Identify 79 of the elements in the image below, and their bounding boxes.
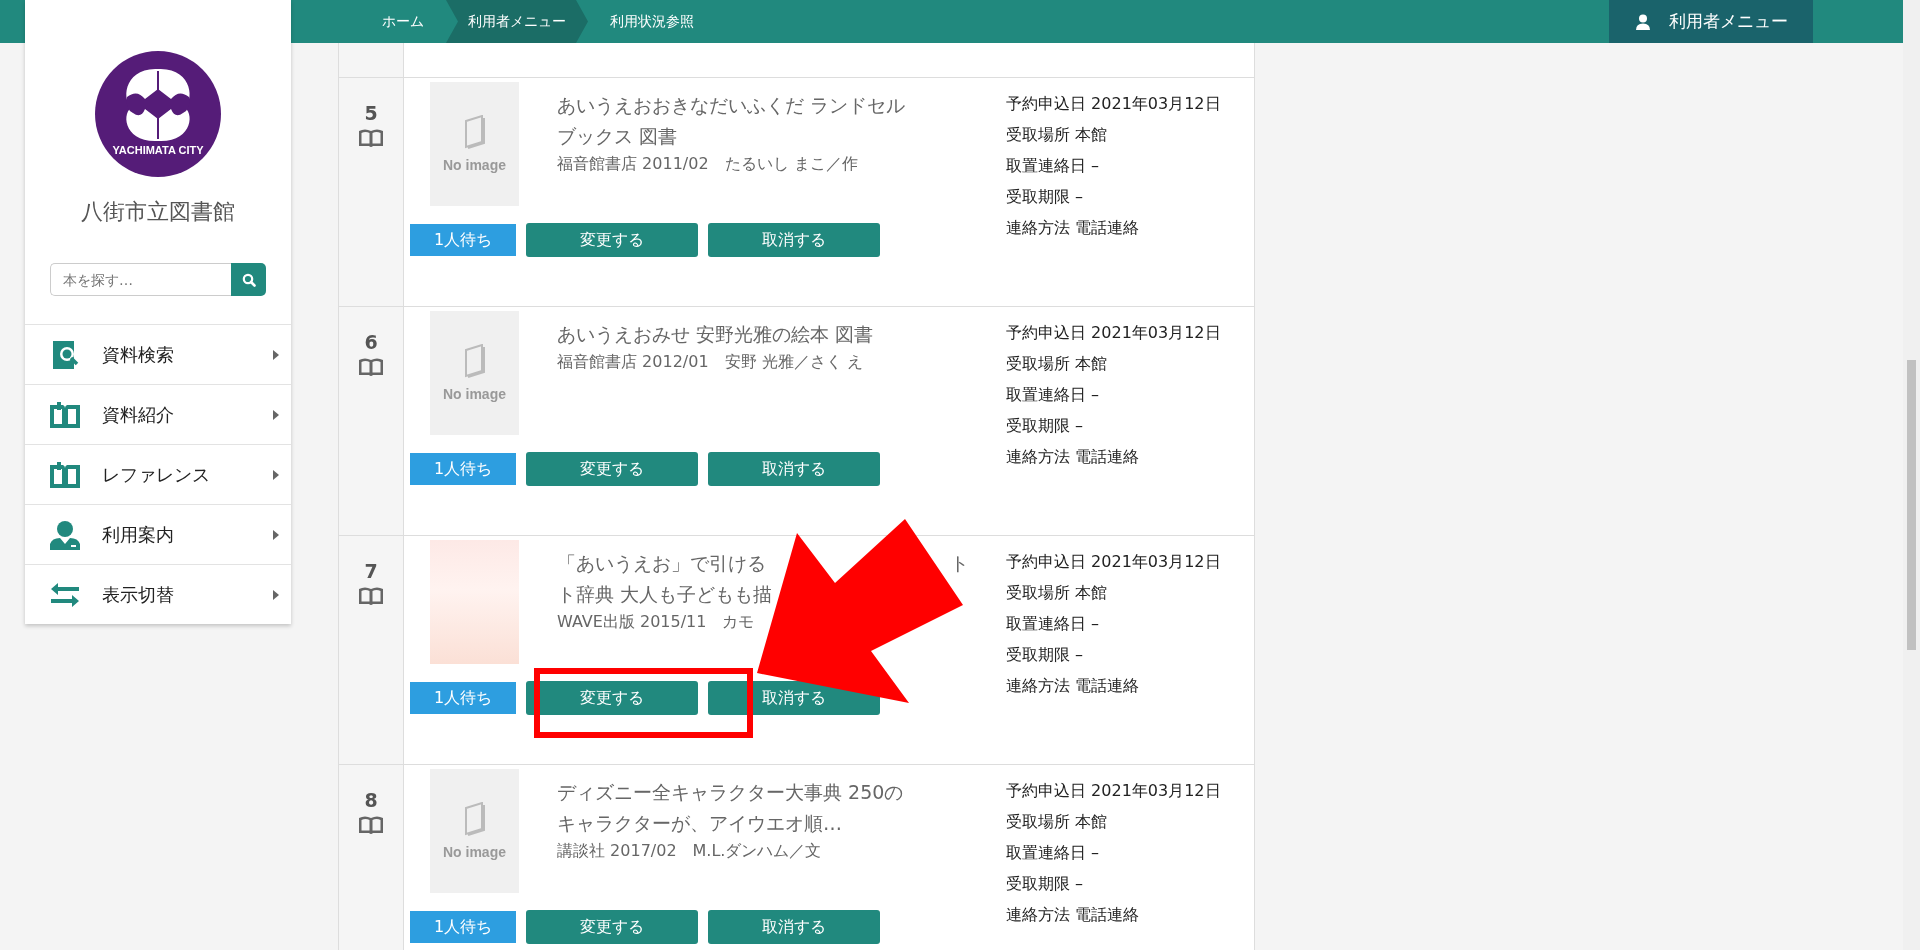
book-title-link[interactable]: ブックス 図書 <box>557 121 678 152</box>
book-title-link[interactable]: あいうえおみせ 安野光雅の絵本 図書 <box>557 319 874 350</box>
detail-text: 連絡方法 電話連絡 <box>1006 217 1140 239</box>
waiting-count-badge: 1人待ち <box>410 682 517 714</box>
detail-text: 受取期限 – <box>1006 415 1084 437</box>
no-image-label: No image <box>443 386 506 402</box>
open-book-icon <box>358 815 384 835</box>
person-icon <box>1634 13 1651 30</box>
breadcrumb-link[interactable]: ホーム <box>360 0 446 43</box>
no-image-label: No image <box>443 157 506 173</box>
detail-text: 受取場所 本館 <box>1006 582 1108 604</box>
search-button[interactable] <box>231 263 266 296</box>
book-title-link[interactable]: 「あいうえお」で引ける <box>557 548 766 579</box>
book-search-icon <box>50 339 80 370</box>
cancel-button[interactable]: 取消する <box>708 452 880 486</box>
user-menu-button[interactable]: 利用者メニュー <box>1609 0 1813 43</box>
sidebar-menu-item[interactable]: 利用案内 <box>25 504 291 564</box>
cancel-button[interactable]: 取消する <box>708 223 880 257</box>
detail-text: 受取期限 – <box>1006 873 1084 895</box>
detail-text: 予約申込日 2021年03月12日 <box>1006 551 1221 573</box>
breadcrumb-link[interactable]: 利用状況参照 <box>588 0 716 43</box>
book-title-link[interactable]: あいうえおおきなだいふくだ ランドセル <box>557 90 906 121</box>
detail-text: 取置連絡日 – <box>1006 842 1100 864</box>
scrollbar[interactable] <box>1903 0 1920 950</box>
change-button[interactable]: 変更する <box>526 681 699 715</box>
detail-text: 受取場所 本館 <box>1006 353 1108 375</box>
change-button[interactable]: 変更する <box>526 223 699 257</box>
caret-icon <box>273 469 279 480</box>
detail-text: 予約申込日 2021年03月12日 <box>1006 93 1221 115</box>
caret-icon <box>273 529 279 540</box>
person-icon <box>50 519 80 550</box>
publisher-info: 福音館書店 2011/02 たるいし まこ／作 <box>557 154 859 175</box>
book-title-link[interactable]: ディズニー全キャラクター大事典 250の <box>557 777 904 808</box>
detail-text: 取置連絡日 – <box>1006 613 1100 635</box>
change-button[interactable]: 変更する <box>526 452 699 486</box>
detail-text: 連絡方法 電話連絡 <box>1006 904 1140 926</box>
detail-text: 連絡方法 電話連絡 <box>1006 675 1140 697</box>
detail-text: 受取場所 本館 <box>1006 124 1108 146</box>
cancel-button[interactable]: 取消する <box>708 910 880 944</box>
sidebar-menu-item[interactable]: 資料検索 <box>25 324 291 384</box>
detail-text: 取置連絡日 – <box>1006 384 1100 406</box>
detail-text: 取置連絡日 – <box>1006 155 1100 177</box>
open-book-icon <box>50 461 80 488</box>
open-book-icon <box>358 357 384 377</box>
sidebar-menu-item[interactable]: 資料紹介 <box>25 384 291 444</box>
publisher-info: WAVE出版 2015/11 カモ <box>557 612 756 633</box>
caret-icon <box>273 589 279 600</box>
library-name: 八街市立図書館 <box>81 198 235 226</box>
sidebar-menu-item[interactable]: 表示切替 <box>25 564 291 624</box>
book-title-link[interactable]: キャラクターが、アイウエオ順… <box>557 808 842 839</box>
row-number: 5 <box>364 102 378 124</box>
change-button[interactable]: 変更する <box>526 910 699 944</box>
sidebar-menu-item[interactable]: レファレンス <box>25 444 291 504</box>
open-book-icon <box>50 401 80 428</box>
publisher-info: 講談社 2017/02 M.L.ダンハム／文 <box>557 841 823 862</box>
detail-text: 受取期限 – <box>1006 644 1084 666</box>
book-title-link[interactable]: ト辞典 大人も子どもも描 <box>557 579 773 610</box>
breadcrumb-link[interactable]: 利用者メニュー <box>446 0 588 43</box>
caret-icon <box>273 349 279 360</box>
waiting-count-badge: 1人待ち <box>410 224 517 256</box>
open-book-icon <box>358 128 384 148</box>
detail-text: 予約申込日 2021年03月12日 <box>1006 322 1221 344</box>
detail-text: 予約申込日 2021年03月12日 <box>1006 780 1221 802</box>
book-title-link[interactable]: ト <box>950 548 969 579</box>
row-number: 7 <box>364 560 378 582</box>
row-number: 8 <box>364 789 378 811</box>
no-image-label: No image <box>443 844 506 860</box>
publisher-info: 福音館書店 2012/01 安野 光雅／さく え <box>557 352 864 373</box>
swap-arrows-icon <box>50 581 80 608</box>
waiting-count-badge: 1人待ち <box>410 911 517 943</box>
search-icon <box>241 272 256 287</box>
detail-text: 受取場所 本館 <box>1006 811 1108 833</box>
logo-text: YACHIMATA CITY <box>112 144 204 156</box>
detail-text: 連絡方法 電話連絡 <box>1006 446 1140 468</box>
detail-text: 受取期限 – <box>1006 186 1084 208</box>
waiting-count-badge: 1人待ち <box>410 453 517 485</box>
open-book-icon <box>358 586 384 606</box>
caret-icon <box>273 409 279 420</box>
row-number: 6 <box>364 331 378 353</box>
